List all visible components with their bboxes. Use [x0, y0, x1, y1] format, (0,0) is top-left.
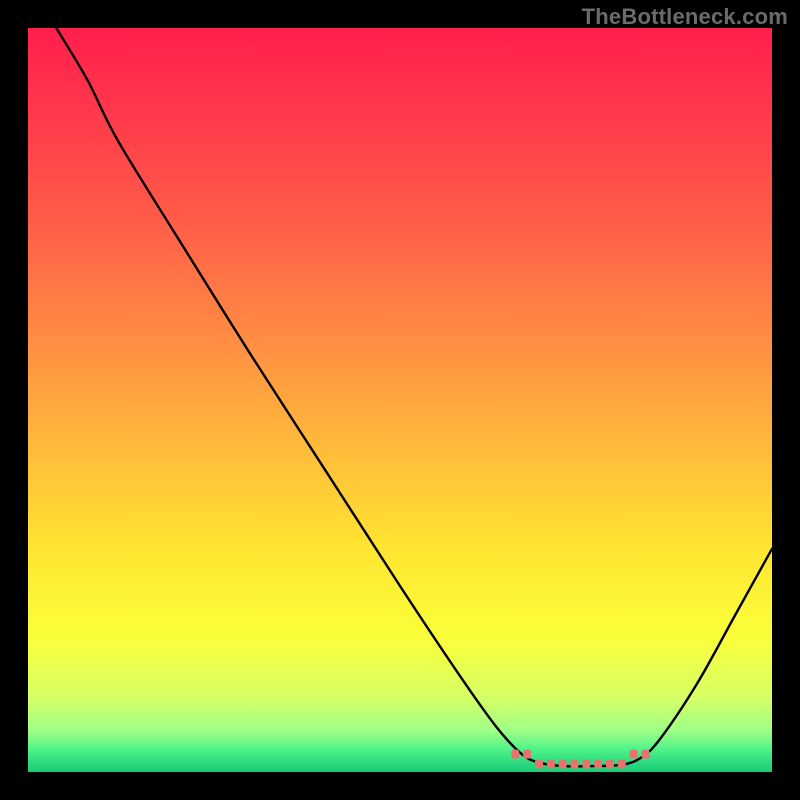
curve-marker [618, 759, 626, 768]
curve-marker [571, 759, 579, 768]
chart-svg [28, 28, 772, 772]
curve-marker [559, 759, 567, 768]
chart-frame: TheBottleneck.com [0, 0, 800, 800]
curve-marker [547, 759, 555, 768]
curve-marker [535, 759, 543, 768]
curve-marker [606, 759, 614, 768]
curve-marker [630, 750, 638, 759]
gradient-background [28, 28, 772, 772]
watermark: TheBottleneck.com [582, 4, 788, 30]
curve-marker [511, 750, 519, 759]
curve-marker [582, 759, 590, 768]
curve-marker [642, 750, 650, 759]
curve-marker [523, 750, 531, 759]
plot-area [28, 28, 772, 772]
curve-marker [594, 759, 602, 768]
